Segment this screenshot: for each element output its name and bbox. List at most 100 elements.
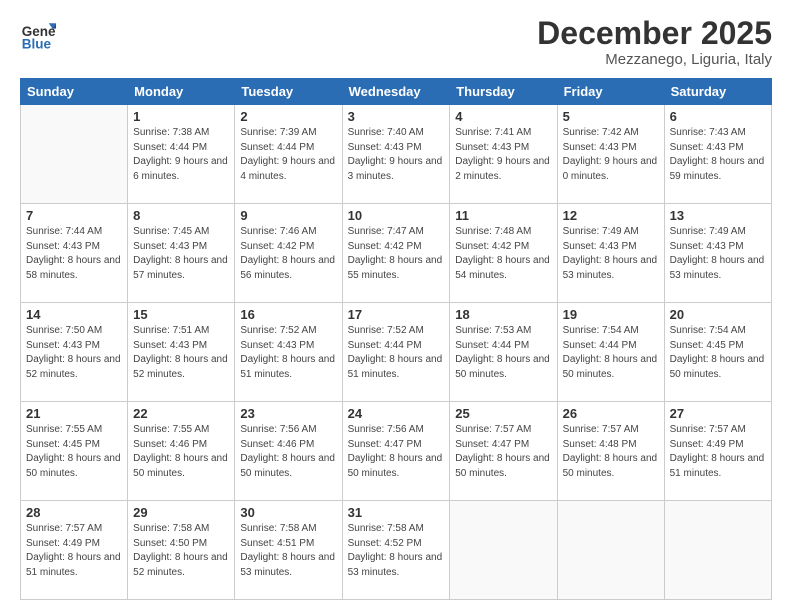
sunrise-text: Sunrise: 7:57 AM — [26, 522, 122, 537]
daylight-text: Daylight: 9 hours and 3 minutes. — [348, 155, 445, 184]
calendar-cell-4-5 — [557, 501, 664, 600]
sunrise-text: Sunrise: 7:50 AM — [26, 324, 122, 339]
sunrise-text: Sunrise: 7:45 AM — [133, 225, 229, 240]
daylight-text: Daylight: 8 hours and 51 minutes. — [240, 353, 336, 382]
daylight-text: Daylight: 8 hours and 53 minutes. — [348, 551, 445, 580]
header: General Blue December 2025 Mezzanego, Li… — [20, 16, 772, 68]
daylight-text: Daylight: 8 hours and 50 minutes. — [133, 452, 229, 481]
calendar-cell-2-2: 16Sunrise: 7:52 AMSunset: 4:43 PMDayligh… — [235, 303, 342, 402]
daylight-text: Daylight: 8 hours and 53 minutes. — [563, 254, 659, 283]
calendar-table: Sunday Monday Tuesday Wednesday Thursday… — [20, 78, 772, 600]
day-number: 14 — [26, 307, 122, 322]
daylight-text: Daylight: 8 hours and 59 minutes. — [670, 155, 766, 184]
day-number: 23 — [240, 406, 336, 421]
day-number: 31 — [348, 505, 445, 520]
col-tuesday: Tuesday — [235, 79, 342, 105]
sunset-text: Sunset: 4:42 PM — [348, 240, 445, 255]
daylight-text: Daylight: 8 hours and 58 minutes. — [26, 254, 122, 283]
calendar-cell-2-0: 14 Sunrise: 7:50 AMSunset: 4:43 PMDayligh… — [21, 303, 128, 402]
calendar-cell-0-0 — [21, 105, 128, 204]
day-info: Sunrise: 7:49 AMSunset: 4:43 PMDaylight:… — [563, 225, 659, 283]
calendar-week-4: 28Sunrise: 7:57 AMSunset: 4:49 PMDayligh… — [21, 501, 772, 600]
day-number: 15 — [133, 307, 229, 322]
day-info: Sunrise: 7:58 AMSunset: 4:51 PMDaylight:… — [240, 522, 336, 580]
daylight-text: Daylight: 8 hours and 50 minutes. — [455, 452, 551, 481]
calendar-cell-3-0: 21Sunrise: 7:55 AMSunset: 4:45 PMDayligh… — [21, 402, 128, 501]
calendar-cell-4-3: 31 Sunrise: 7:58 AMSunset: 4:52 PMDayligh… — [342, 501, 450, 600]
calendar-cell-3-4: 25Sunrise: 7:57 AMSunset: 4:47 PMDayligh… — [450, 402, 557, 501]
sunset-text: Sunset: 4:47 PM — [348, 438, 445, 453]
daylight-text: Daylight: 8 hours and 53 minutes. — [240, 551, 336, 580]
sunrise-text: Sunrise: 7:58 AM — [240, 522, 336, 537]
sunset-text: Sunset: 4:43 PM — [133, 339, 229, 354]
sunrise-text: Sunrise: 7:57 AM — [455, 423, 551, 438]
day-number: 22 — [133, 406, 229, 421]
day-info: Sunrise: 7:54 AMSunset: 4:44 PMDaylight:… — [563, 324, 659, 382]
daylight-text: Daylight: 8 hours and 50 minutes. — [563, 353, 659, 382]
calendar-cell-4-4 — [450, 501, 557, 600]
daylight-text: Daylight: 8 hours and 52 minutes. — [133, 353, 229, 382]
col-sunday: Sunday — [21, 79, 128, 105]
sunrise-text: Sunrise: 7:52 AM — [348, 324, 445, 339]
day-number: 24 — [348, 406, 445, 421]
day-number: 12 — [563, 208, 659, 223]
calendar-week-3: 21Sunrise: 7:55 AMSunset: 4:45 PMDayligh… — [21, 402, 772, 501]
calendar-cell-1-4: 11Sunrise: 7:48 AMSunset: 4:42 PMDayligh… — [450, 204, 557, 303]
day-info: Sunrise: 7:41 AMSunset: 4:43 PMDaylight:… — [455, 126, 551, 184]
day-number: 4 — [455, 109, 551, 124]
day-info: Sunrise: 7:57 AMSunset: 4:48 PMDaylight:… — [563, 423, 659, 481]
calendar-cell-3-1: 22Sunrise: 7:55 AMSunset: 4:46 PMDayligh… — [128, 402, 235, 501]
sunrise-text: Sunrise: 7:49 AM — [563, 225, 659, 240]
day-number: 6 — [670, 109, 766, 124]
day-info: Sunrise: 7:57 AMSunset: 4:49 PMDaylight:… — [670, 423, 766, 481]
sunrise-text: Sunrise: 7:44 AM — [26, 225, 122, 240]
calendar-cell-3-5: 26Sunrise: 7:57 AMSunset: 4:48 PMDayligh… — [557, 402, 664, 501]
sunset-text: Sunset: 4:43 PM — [670, 141, 766, 156]
day-info: Sunrise: 7:42 AMSunset: 4:43 PMDaylight:… — [563, 126, 659, 184]
day-number: 16 — [240, 307, 336, 322]
daylight-text: Daylight: 9 hours and 2 minutes. — [455, 155, 551, 184]
day-info: Sunrise: 7:39 AMSunset: 4:44 PMDaylight:… — [240, 126, 336, 184]
calendar-cell-0-1: 1Sunrise: 7:38 AMSunset: 4:44 PMDaylight… — [128, 105, 235, 204]
day-number: 29 — [133, 505, 229, 520]
calendar-cell-3-6: 27Sunrise: 7:57 AMSunset: 4:49 PMDayligh… — [664, 402, 771, 501]
day-number: 18 — [455, 307, 551, 322]
sunset-text: Sunset: 4:44 PM — [563, 339, 659, 354]
calendar-cell-2-5: 19Sunrise: 7:54 AMSunset: 4:44 PMDayligh… — [557, 303, 664, 402]
day-info: Sunrise: 7:50 AMSunset: 4:43 PMDaylight:… — [26, 324, 122, 382]
day-number: 11 — [455, 208, 551, 223]
sunrise-text: Sunrise: 7:58 AM — [348, 522, 445, 537]
day-info: Sunrise: 7:51 AMSunset: 4:43 PMDaylight:… — [133, 324, 229, 382]
col-friday: Friday — [557, 79, 664, 105]
day-number: 9 — [240, 208, 336, 223]
day-number: 30 — [240, 505, 336, 520]
day-info: Sunrise: 7:54 AMSunset: 4:45 PMDaylight:… — [670, 324, 766, 382]
sunset-text: Sunset: 4:47 PM — [455, 438, 551, 453]
daylight-text: Daylight: 8 hours and 56 minutes. — [240, 254, 336, 283]
calendar-cell-1-6: 13Sunrise: 7:49 AMSunset: 4:43 PMDayligh… — [664, 204, 771, 303]
sunrise-text: Sunrise: 7:43 AM — [670, 126, 766, 141]
calendar-cell-2-4: 18Sunrise: 7:53 AMSunset: 4:44 PMDayligh… — [450, 303, 557, 402]
sunset-text: Sunset: 4:46 PM — [133, 438, 229, 453]
col-saturday: Saturday — [664, 79, 771, 105]
calendar-cell-2-3: 17Sunrise: 7:52 AMSunset: 4:44 PMDayligh… — [342, 303, 450, 402]
sunrise-text: Sunrise: 7:39 AM — [240, 126, 336, 141]
calendar-page: General Blue December 2025 Mezzanego, Li… — [0, 0, 792, 612]
sunrise-text: Sunrise: 7:47 AM — [348, 225, 445, 240]
calendar-cell-0-5: 5Sunrise: 7:42 AMSunset: 4:43 PMDaylight… — [557, 105, 664, 204]
sunrise-text: Sunrise: 7:56 AM — [348, 423, 445, 438]
sunrise-text: Sunrise: 7:41 AM — [455, 126, 551, 141]
sunset-text: Sunset: 4:43 PM — [455, 141, 551, 156]
calendar-cell-0-6: 6 Sunrise: 7:43 AMSunset: 4:43 PMDaylight… — [664, 105, 771, 204]
calendar-cell-2-6: 20Sunrise: 7:54 AMSunset: 4:45 PMDayligh… — [664, 303, 771, 402]
header-row: Sunday Monday Tuesday Wednesday Thursday… — [21, 79, 772, 105]
day-info: Sunrise: 7:56 AMSunset: 4:47 PMDaylight:… — [348, 423, 445, 481]
day-info: Sunrise: 7:58 AMSunset: 4:52 PMDaylight:… — [348, 522, 445, 580]
month-title: December 2025 — [537, 16, 772, 51]
sunset-text: Sunset: 4:52 PM — [348, 537, 445, 552]
sunrise-text: Sunrise: 7:54 AM — [670, 324, 766, 339]
sunrise-text: Sunrise: 7:54 AM — [563, 324, 659, 339]
day-number: 17 — [348, 307, 445, 322]
daylight-text: Daylight: 9 hours and 4 minutes. — [240, 155, 336, 184]
sunrise-text: Sunrise: 7:56 AM — [240, 423, 336, 438]
